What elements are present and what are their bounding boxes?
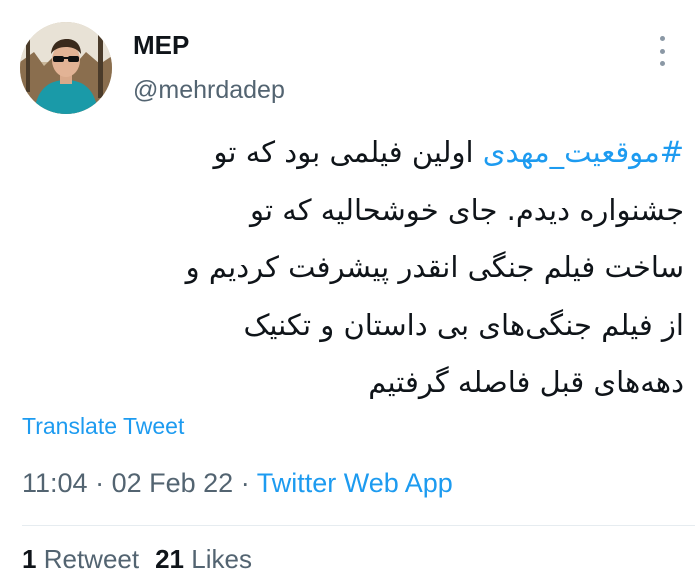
retweet-label: Retweet bbox=[43, 544, 140, 574]
likes-label: Likes bbox=[191, 544, 252, 574]
tweet-text-fragment: اولین فیلمی بود که تو bbox=[213, 135, 483, 169]
tweet-date[interactable]: 02 Feb 22 bbox=[112, 468, 234, 498]
retweet-stat[interactable]: 1 Retweet bbox=[22, 544, 139, 574]
tweet-text-line: #موقعیت_مهدی اولین فیلمی بود که تو bbox=[20, 124, 684, 182]
meta-separator: · bbox=[240, 468, 250, 498]
avatar-photo bbox=[20, 22, 112, 114]
avatar[interactable] bbox=[20, 22, 112, 114]
divider bbox=[22, 525, 695, 526]
translate-tweet-link[interactable]: Translate Tweet bbox=[22, 413, 184, 440]
author-handle[interactable]: @mehrdadep bbox=[133, 76, 285, 105]
more-vertical-icon[interactable] bbox=[650, 36, 674, 66]
tweet-stats: 1 Retweet 21 Likes bbox=[22, 544, 252, 575]
author-name[interactable]: MEP bbox=[133, 30, 189, 61]
retweet-count: 1 bbox=[22, 544, 37, 574]
tweet-source-link[interactable]: Twitter Web App bbox=[257, 468, 453, 498]
tweet-text: #موقعیت_مهدی اولین فیلمی بود که تو جشنوا… bbox=[20, 124, 684, 412]
tweet-text-line: جشنواره دیدم. جای خوشحالیه که تو bbox=[249, 192, 684, 227]
tweet-time[interactable]: 11:04 bbox=[22, 468, 88, 498]
meta-separator: · bbox=[95, 468, 105, 498]
likes-count: 21 bbox=[155, 544, 185, 574]
tweet-text-line: دهه‌های قبل فاصله گرفتیم bbox=[368, 365, 684, 399]
tweet-meta: 11:04 · 02 Feb 22 · Twitter Web App bbox=[22, 468, 453, 499]
tweet-text-line: از فیلم جنگی‌های بی داستان و تکنیک bbox=[243, 307, 684, 342]
likes-stat[interactable]: 21 Likes bbox=[155, 544, 252, 574]
hashtag-link[interactable]: #موقعیت_مهدی bbox=[483, 135, 684, 169]
tweet-text-line: ساخت فیلم جنگی انقدر پیشرفت کردیم و bbox=[185, 250, 684, 284]
